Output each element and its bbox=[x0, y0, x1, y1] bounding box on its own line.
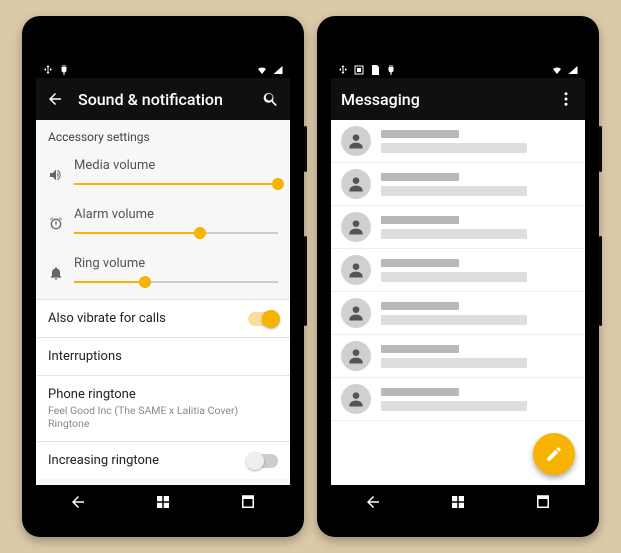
vibrate-for-calls-row[interactable]: Also vibrate for calls bbox=[36, 299, 290, 337]
avatar bbox=[341, 169, 371, 199]
sd-card-icon bbox=[369, 61, 381, 73]
plug-icon bbox=[385, 61, 397, 73]
pencil-icon bbox=[545, 445, 563, 463]
nav-recent-icon[interactable] bbox=[239, 493, 257, 511]
nav-back-icon[interactable] bbox=[364, 493, 382, 511]
message-preview bbox=[381, 130, 575, 153]
message-row[interactable] bbox=[331, 120, 585, 163]
nav-bar bbox=[331, 485, 585, 519]
nav-back-icon[interactable] bbox=[69, 493, 87, 511]
message-preview bbox=[381, 173, 575, 196]
alarm-volume-label: Alarm volume bbox=[74, 207, 278, 222]
back-icon[interactable] bbox=[46, 90, 64, 108]
message-preview bbox=[381, 345, 575, 368]
nav-bar bbox=[36, 485, 290, 519]
screen-right: Messaging bbox=[331, 56, 585, 485]
avatar bbox=[341, 341, 371, 371]
nav-home-icon[interactable] bbox=[154, 493, 172, 511]
app-bar: Sound & notification bbox=[36, 78, 290, 120]
signal-icon bbox=[567, 61, 579, 73]
app-bar: Messaging bbox=[331, 78, 585, 120]
alarm-volume-row: Alarm volume bbox=[36, 201, 290, 250]
messages-list bbox=[331, 120, 585, 485]
usb-icon bbox=[42, 61, 54, 73]
avatar bbox=[341, 384, 371, 414]
ring-volume-label: Ring volume bbox=[74, 256, 278, 271]
avatar bbox=[341, 212, 371, 242]
status-bar bbox=[36, 56, 290, 78]
screen-left: Sound & notification Accessory settings … bbox=[36, 56, 290, 485]
message-preview bbox=[381, 216, 575, 239]
ring-volume-row: Ring volume bbox=[36, 250, 290, 299]
phone-frame-right: Messaging bbox=[317, 16, 599, 537]
plug-icon bbox=[58, 61, 70, 73]
nav-home-icon[interactable] bbox=[449, 493, 467, 511]
media-volume-row: Media volume bbox=[36, 152, 290, 201]
increasing-ringtone-row[interactable]: Increasing ringtone bbox=[36, 441, 290, 479]
phone-frame-left: Sound & notification Accessory settings … bbox=[22, 16, 304, 537]
avatar bbox=[341, 126, 371, 156]
settings-content: Accessory settings Media volume Alarm vo… bbox=[36, 120, 290, 485]
interruptions-label: Interruptions bbox=[48, 349, 122, 364]
increasing-switch[interactable] bbox=[248, 454, 278, 468]
message-preview bbox=[381, 302, 575, 325]
nav-recent-icon[interactable] bbox=[534, 493, 552, 511]
message-row[interactable] bbox=[331, 335, 585, 378]
overflow-menu-icon[interactable] bbox=[557, 90, 575, 108]
usb-icon bbox=[337, 61, 349, 73]
page-title: Sound & notification bbox=[78, 90, 223, 109]
wifi-icon bbox=[551, 61, 563, 73]
bell-icon bbox=[48, 265, 64, 281]
alarm-clock-icon bbox=[48, 216, 64, 232]
signal-icon bbox=[272, 61, 284, 73]
avatar bbox=[341, 255, 371, 285]
wifi-icon bbox=[256, 61, 268, 73]
message-row[interactable] bbox=[331, 378, 585, 421]
media-volume-label: Media volume bbox=[74, 158, 278, 173]
search-icon[interactable] bbox=[262, 90, 280, 108]
status-bar bbox=[331, 56, 585, 78]
message-row[interactable] bbox=[331, 163, 585, 206]
message-row[interactable] bbox=[331, 249, 585, 292]
message-row[interactable] bbox=[331, 292, 585, 335]
message-preview bbox=[381, 259, 575, 282]
media-volume-slider[interactable] bbox=[74, 177, 278, 191]
vibrate-switch[interactable] bbox=[248, 312, 278, 326]
vibrate-label: Also vibrate for calls bbox=[48, 311, 166, 326]
screenshot-icon bbox=[353, 61, 365, 73]
compose-fab[interactable] bbox=[533, 433, 575, 475]
avatar bbox=[341, 298, 371, 328]
ring-volume-slider[interactable] bbox=[74, 275, 278, 289]
page-title: Messaging bbox=[341, 90, 420, 109]
interruptions-row[interactable]: Interruptions bbox=[36, 337, 290, 375]
message-preview bbox=[381, 388, 575, 411]
ringtone-value: Feel Good Inc (The SAME x Lalitia Cover)… bbox=[48, 404, 278, 430]
increasing-label: Increasing ringtone bbox=[48, 453, 159, 468]
phone-ringtone-row[interactable]: Phone ringtone Feel Good Inc (The SAME x… bbox=[36, 375, 290, 441]
section-header: Accessory settings bbox=[36, 120, 290, 152]
ringtone-label: Phone ringtone bbox=[48, 387, 278, 402]
message-row[interactable] bbox=[331, 206, 585, 249]
speaker-icon bbox=[48, 167, 64, 183]
alarm-volume-slider[interactable] bbox=[74, 226, 278, 240]
